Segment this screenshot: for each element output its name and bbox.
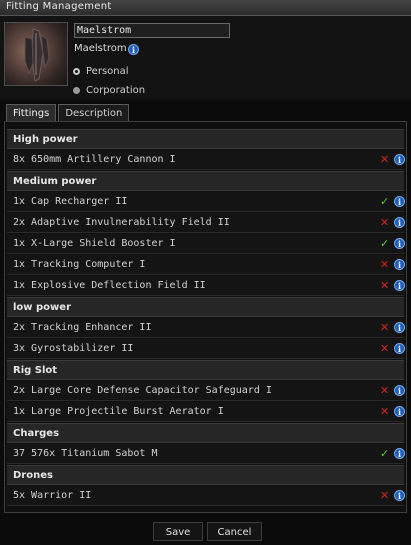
list-item[interactable]: 1x Large Projectile Burst Aerator I ✕ i: [7, 402, 405, 422]
info-icon[interactable]: i: [394, 217, 405, 228]
list-item[interactable]: 8x 650mm Artillery Cannon I ✕ i: [7, 150, 405, 170]
list-item[interactable]: 5x Warrior II ✕ i: [7, 486, 405, 506]
cross-icon: ✕: [380, 216, 390, 229]
list-item[interactable]: 1x Explosive Deflection Field II ✕ i: [7, 276, 405, 296]
item-label: 2x Tracking Enhancer II: [13, 322, 152, 333]
item-label: 37 576x Titanium Sabot M: [13, 448, 158, 459]
item-label: 1x Large Projectile Burst Aerator I: [13, 406, 224, 417]
tab-bar: Fittings Description: [6, 104, 130, 121]
info-icon[interactable]: i: [394, 448, 405, 459]
window-title: Fitting Management: [6, 1, 112, 12]
check-icon: ✓: [380, 237, 390, 250]
info-icon[interactable]: i: [394, 343, 405, 354]
item-label: 2x Large Core Defense Capacitor Safeguar…: [13, 385, 272, 396]
check-icon: ✓: [380, 195, 390, 208]
list-item[interactable]: 1x X-Large Shield Booster I ✓ i: [7, 234, 405, 254]
info-icon[interactable]: i: [394, 259, 405, 270]
save-button[interactable]: Save: [153, 522, 203, 541]
info-icon[interactable]: i: [394, 406, 405, 417]
item-label: 8x 650mm Artillery Cannon I: [13, 154, 176, 165]
fitting-list-panel: High power 8x 650mm Artillery Cannon I ✕…: [4, 121, 407, 513]
radio-personal[interactable]: Personal: [73, 65, 129, 77]
cross-icon: ✕: [380, 279, 390, 292]
info-icon[interactable]: i: [128, 44, 139, 55]
group-header-medium-power[interactable]: Medium power: [7, 171, 404, 191]
group-header-charges[interactable]: Charges: [7, 423, 404, 443]
info-icon[interactable]: i: [394, 238, 405, 249]
radio-unselected-icon: [73, 86, 80, 94]
cross-icon: ✕: [380, 384, 390, 397]
radio-personal-label: Personal: [86, 65, 129, 77]
radio-corporation-label: Corporation: [86, 84, 146, 96]
radio-corporation[interactable]: Corporation: [73, 84, 145, 96]
ship-image: [4, 22, 68, 86]
cross-icon: ✕: [380, 405, 390, 418]
list-item[interactable]: 1x Cap Recharger II ✓ i: [7, 192, 405, 212]
group-header-rig-slot[interactable]: Rig Slot: [7, 360, 404, 380]
tab-description[interactable]: Description: [58, 104, 130, 121]
cross-icon: ✕: [380, 321, 390, 334]
tab-fittings[interactable]: Fittings: [6, 104, 57, 121]
group-header-low-power[interactable]: low power: [7, 297, 404, 317]
item-label: 5x Warrior II: [13, 490, 92, 501]
info-icon[interactable]: i: [394, 322, 405, 333]
item-label: 1x Tracking Computer I: [13, 259, 146, 270]
cross-icon: ✕: [380, 342, 390, 355]
item-label: 1x Cap Recharger II: [13, 196, 128, 207]
ship-name: Maelstrom: [74, 43, 127, 54]
list-item[interactable]: 2x Large Core Defense Capacitor Safeguar…: [7, 381, 405, 401]
group-header-drones[interactable]: Drones: [7, 465, 404, 485]
item-label: 1x Explosive Deflection Field II: [13, 280, 206, 291]
cross-icon: ✕: [380, 258, 390, 271]
info-icon[interactable]: i: [394, 280, 405, 291]
fitting-name-input[interactable]: Maelstrom: [74, 23, 230, 38]
dialog-footer: Save Cancel: [0, 517, 411, 545]
info-icon[interactable]: i: [394, 154, 405, 165]
fitting-list: High power 8x 650mm Artillery Cannon I ✕…: [7, 129, 405, 507]
list-item[interactable]: 2x Tracking Enhancer II ✕ i: [7, 318, 405, 338]
item-label: 3x Gyrostabilizer II: [13, 343, 134, 354]
item-label: 2x Adaptive Invulnerability Field II: [13, 217, 230, 228]
list-item[interactable]: 3x Gyrostabilizer II ✕ i: [7, 339, 405, 359]
cross-icon: ✕: [380, 153, 390, 166]
info-icon[interactable]: i: [394, 385, 405, 396]
window-titlebar[interactable]: Fitting Management: [0, 0, 411, 16]
list-item[interactable]: 1x Tracking Computer I ✕ i: [7, 255, 405, 275]
cross-icon: ✕: [380, 489, 390, 502]
info-icon[interactable]: i: [394, 196, 405, 207]
list-item[interactable]: 37 576x Titanium Sabot M ✓ i: [7, 444, 405, 464]
radio-selected-icon: [73, 67, 80, 75]
list-item[interactable]: 2x Adaptive Invulnerability Field II ✕ i: [7, 213, 405, 233]
group-header-high-power[interactable]: High power: [7, 129, 404, 149]
info-icon[interactable]: i: [394, 490, 405, 501]
item-label: 1x X-Large Shield Booster I: [13, 238, 176, 249]
cancel-button[interactable]: Cancel: [207, 522, 262, 541]
check-icon: ✓: [380, 447, 390, 460]
